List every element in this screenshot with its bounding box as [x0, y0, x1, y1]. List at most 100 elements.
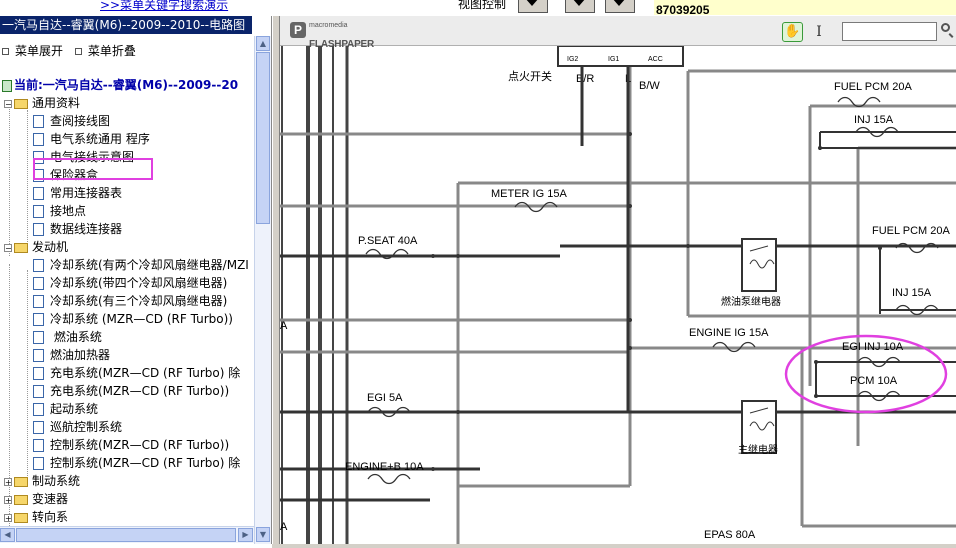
folder-icon: [14, 494, 28, 505]
tree-item[interactable]: 巡航控制系统: [33, 418, 122, 436]
horizontal-scrollbar[interactable]: ◀ ▶: [0, 526, 254, 543]
tree-item[interactable]: 冷却系统(有三个冷却风扇继电器): [33, 292, 227, 310]
tree-item[interactable]: 燃油系统: [33, 328, 102, 346]
tree-item-label: 冷却系统(带四个冷却风扇继电器): [50, 276, 228, 290]
tree-item-label: 查阅接线图: [50, 114, 111, 128]
view-split-button[interactable]: [565, 0, 595, 13]
document-icon: [33, 421, 44, 434]
expand-all-button[interactable]: 菜单展开: [2, 42, 63, 59]
expand-toggle-icon[interactable]: +: [4, 477, 12, 486]
document-icon: [33, 223, 44, 236]
collapse-toggle-icon[interactable]: −: [4, 99, 12, 108]
document-icon: [33, 277, 44, 290]
document-icon: [33, 295, 44, 308]
collapse-all-button[interactable]: 菜单折叠: [74, 42, 136, 59]
tree-item[interactable]: 查阅接线图: [33, 112, 110, 130]
fuse-inj-right: INJ 15A: [892, 287, 932, 299]
fuse-fuel-pcm-right: FUEL PCM 20A: [872, 225, 951, 237]
svg-text:A: A: [280, 521, 288, 533]
expand-toggle-icon[interactable]: +: [4, 495, 12, 504]
thin-wires: [815, 131, 956, 397]
document-icon: [33, 313, 44, 326]
tree-folder[interactable]: + 变速器: [4, 490, 68, 508]
svg-text:IG2: IG2: [567, 56, 578, 63]
scroll-down-icon[interactable]: ▼: [256, 527, 270, 542]
fuse-pcm: PCM 10A: [850, 375, 898, 387]
tree-item[interactable]: 冷却系统(有两个冷却风扇继电器/MZI: [33, 256, 249, 274]
tree-folder[interactable]: − 通用资料: [4, 94, 80, 112]
fuse-inj-top: INJ 15A: [854, 114, 894, 126]
tree-item[interactable]: 接地点: [33, 202, 86, 220]
current-icon: [2, 79, 12, 92]
flashpaper-viewer: Pmacromedia FLASHPAPER ✋ I IG2 IG1 ACC 点…: [280, 16, 956, 546]
tree-folder[interactable]: + 制动系统: [4, 472, 80, 490]
tree-item-label: 数据线连接器: [50, 222, 123, 236]
hand-tool-icon[interactable]: ✋: [782, 22, 803, 42]
tree-item-label: 冷却系统(有两个冷却风扇继电器/MZI: [50, 258, 249, 272]
folder-icon: [14, 242, 28, 253]
tree-folder[interactable]: − 发动机: [4, 238, 68, 256]
view-up-button[interactable]: [605, 0, 635, 13]
tree-item[interactable]: 充电系统(MZR—CD (RF Turbo)): [33, 382, 229, 400]
tree-item[interactable]: 控制系统(MZR—CD (RF Turbo) 除: [33, 454, 240, 472]
tree-item-label: 控制系统(MZR—CD (RF Turbo)): [50, 438, 230, 452]
search-icon[interactable]: [941, 23, 950, 32]
phone-number: 87039205: [656, 3, 710, 15]
document-icon: [33, 403, 44, 416]
fuel-pump-relay: 燃油泵继电器: [721, 238, 781, 308]
tree-item-label: 冷却系统(有三个冷却风扇继电器): [50, 294, 228, 308]
vertical-scrollbar[interactable]: ▲ ▼: [254, 36, 271, 544]
tree-item-label: 巡航控制系统: [50, 420, 123, 434]
folder-icon: [14, 476, 28, 487]
view-control-label: 视图控制: [458, 0, 507, 11]
expand-toggle-icon[interactable]: +: [4, 513, 12, 522]
panel-splitter[interactable]: [272, 16, 280, 548]
top-bar: >>菜单关键字搜索演示 视图控制 87039205: [0, 0, 956, 15]
tree-item-label: 电气系统通用 程序: [50, 132, 150, 146]
text-select-icon[interactable]: I: [812, 22, 826, 42]
ignition-switch: IG2 IG1 ACC 点火开关 B/R L B/W: [508, 46, 684, 412]
selection-highlight: [33, 158, 153, 180]
tree-item[interactable]: 电气系统通用 程序: [33, 130, 150, 148]
tree-item[interactable]: 常用连接器表: [33, 184, 122, 202]
fuse-p-seat: P.SEAT 40A: [358, 235, 418, 247]
navigation-panel: 一汽马自达--睿翼(M6)--2009--2010--电路图 菜单展开 菜单折叠…: [0, 16, 272, 544]
hscroll-thumb[interactable]: [16, 528, 236, 542]
tree-item[interactable]: 控制系统(MZR—CD (RF Turbo)): [33, 436, 229, 454]
tree-folder[interactable]: + 转向系: [4, 508, 68, 526]
document-icon: [33, 187, 44, 200]
document-icon: [33, 439, 44, 452]
tree-item[interactable]: 起动系统: [33, 400, 98, 418]
fuse-engine-b: ENGINE+B 10A: [345, 461, 424, 473]
folder-icon: [14, 512, 28, 523]
tree-item[interactable]: 燃油加热器: [33, 346, 110, 364]
tree-item[interactable]: 数据线连接器: [33, 220, 122, 238]
scroll-left-icon[interactable]: ◀: [0, 528, 15, 542]
bottom-border: [272, 544, 956, 548]
fuse-meter-ig: METER IG 15A: [491, 188, 567, 200]
menu-keyword-search-link[interactable]: >>菜单关键字搜索演示: [100, 0, 228, 13]
collapse-toggle-icon[interactable]: −: [4, 243, 12, 252]
view-down-button[interactable]: [518, 0, 548, 13]
tree-item[interactable]: 充电系统(MZR—CD (RF Turbo) 除: [33, 364, 240, 382]
tree-item[interactable]: 冷却系统 (MZR—CD (RF Turbo)): [33, 310, 233, 328]
tree-item[interactable]: 冷却系统(带四个冷却风扇继电器): [33, 274, 227, 292]
document-search-input[interactable]: [842, 22, 937, 41]
fuse-fuel-pcm-top: FUEL PCM 20A: [834, 81, 913, 93]
fuse-labels: FUEL PCM 20A INJ 15A METER IG 15A P.SEAT…: [345, 81, 951, 541]
document-icon: [33, 133, 44, 146]
scroll-thumb[interactable]: [256, 52, 270, 224]
fuse-egi-inj: EGI INJ 10A: [842, 341, 904, 353]
tree-item-label: 通用资料: [32, 96, 81, 110]
document-icon: [33, 349, 44, 362]
scroll-up-icon[interactable]: ▲: [256, 36, 270, 51]
scroll-right-icon[interactable]: ▶: [238, 528, 253, 542]
tree-item-label: 起动系统: [50, 402, 99, 416]
tree-item-label: 控制系统(MZR—CD (RF Turbo) 除: [50, 456, 241, 470]
tree-item-label: 制动系统: [32, 474, 81, 488]
flashpaper-toolbar: Pmacromedia FLASHPAPER ✋ I: [280, 16, 956, 50]
tree-item-label: 接地点: [50, 204, 87, 218]
document-icon: [33, 457, 44, 470]
fuse-egi: EGI 5A: [367, 392, 403, 404]
fuse-epas: EPAS 80A: [704, 529, 756, 541]
